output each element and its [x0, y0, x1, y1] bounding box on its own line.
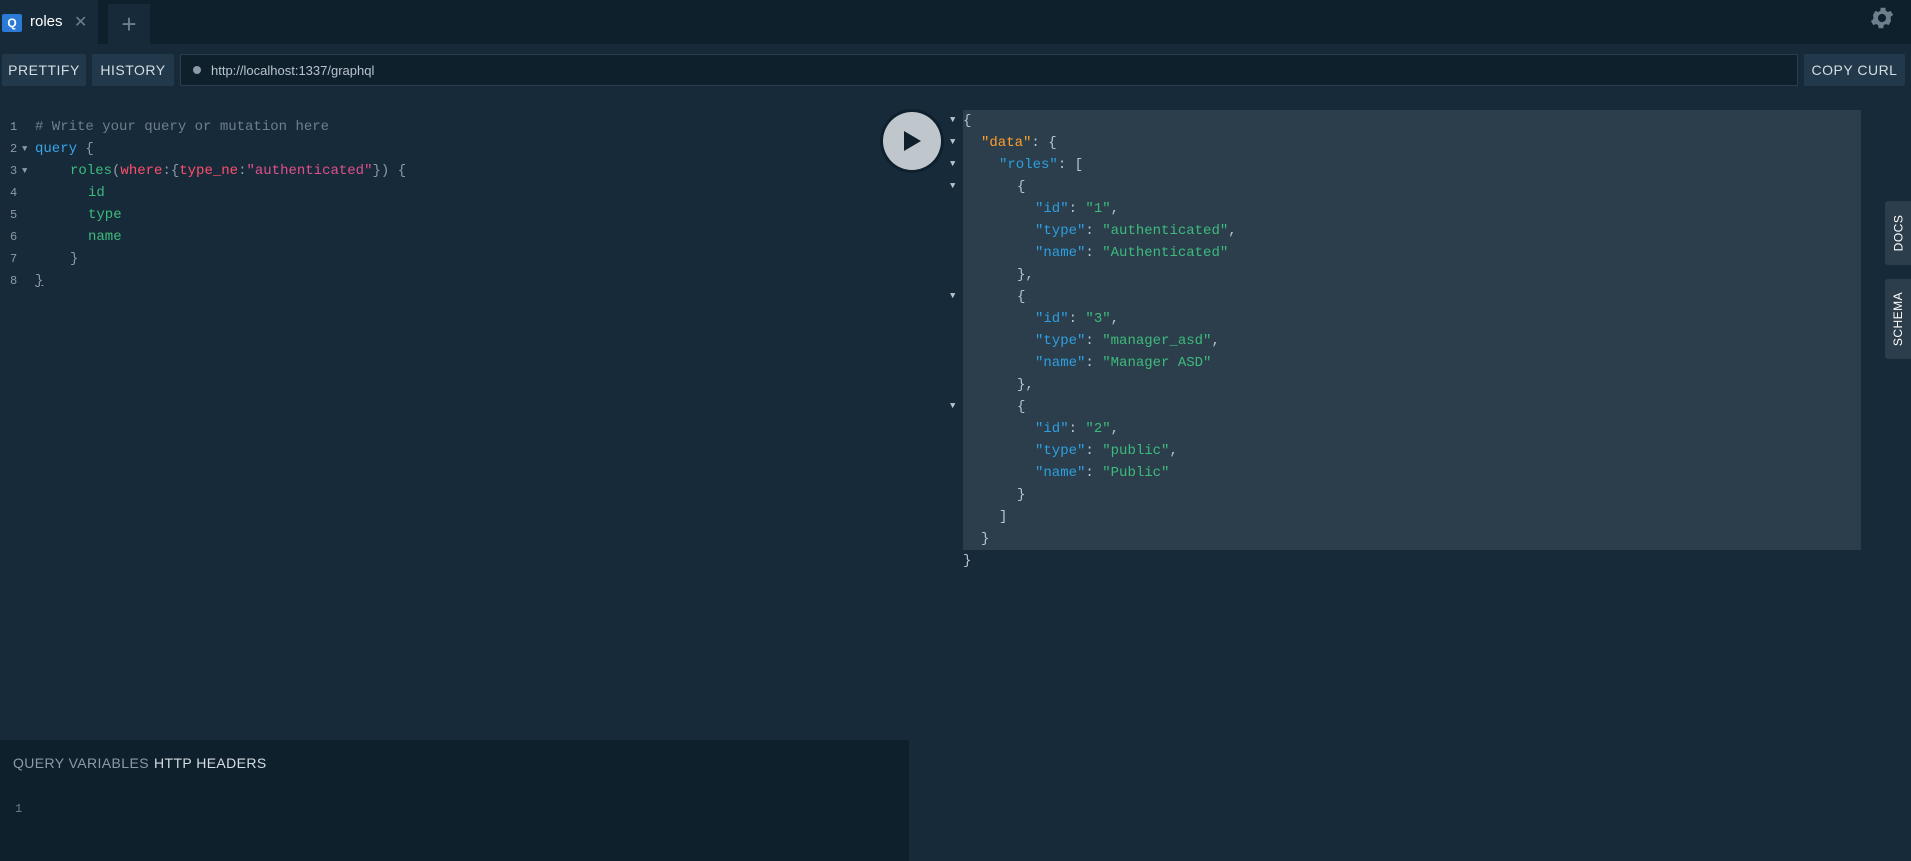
- schema-tab[interactable]: SCHEMA: [1885, 279, 1911, 359]
- json-brace: {: [1017, 399, 1026, 415]
- json-line: "name": "Authenticated": [1035, 245, 1229, 261]
- json-line: "type": "public",: [1035, 443, 1178, 459]
- json-value: "Public": [1102, 465, 1170, 481]
- line-number: 8: [10, 274, 18, 288]
- json-bracket: ]: [999, 509, 1008, 525]
- code-string: "authenticated": [246, 163, 373, 179]
- code-line: 4 id: [0, 182, 900, 204]
- add-tab-button[interactable]: +: [108, 4, 150, 44]
- code-field: type: [88, 207, 122, 223]
- code-line: 6 name: [0, 226, 900, 248]
- line-number: 1: [15, 802, 23, 816]
- json-line: "data": {: [981, 135, 1057, 151]
- json-value: "2": [1085, 421, 1111, 437]
- json-value: "1": [1085, 201, 1111, 217]
- code-punctuation: {: [77, 141, 94, 157]
- tab-bar: Q roles ✕ +: [0, 0, 1911, 44]
- docs-tab-label: DOCS: [1891, 214, 1906, 252]
- code-field: name: [88, 229, 122, 245]
- json-line: "id": "3",: [1035, 311, 1120, 327]
- code-field: roles: [70, 163, 113, 179]
- code-punctuation: {: [170, 163, 180, 179]
- fold-arrow-icon[interactable]: ▼: [950, 291, 955, 301]
- code-punctuation: }: [35, 273, 44, 289]
- code-text: query {: [35, 138, 94, 160]
- code-text: roles(where:{type_ne:"authenticated"}) {: [70, 160, 406, 182]
- json-value: "public": [1102, 443, 1170, 459]
- code-line: 1 # Write your query or mutation here: [0, 116, 900, 138]
- json-brace: }: [963, 553, 972, 569]
- fold-arrow-icon[interactable]: ▼: [22, 138, 27, 160]
- status-dot-icon: [193, 66, 201, 74]
- code-line: 5 type: [0, 204, 900, 226]
- query-editor[interactable]: 1 # Write your query or mutation here 2 …: [0, 98, 909, 740]
- code-line: 3 ▼ roles(where:{type_ne:"authenticated"…: [0, 160, 900, 182]
- json-line: "roles": [: [999, 157, 1084, 173]
- line-number: 1: [10, 120, 18, 134]
- code-line: 7 }: [0, 248, 900, 270]
- code-comment: # Write your query or mutation here: [35, 119, 330, 135]
- code-keyword: query: [35, 141, 78, 157]
- schema-tab-label: SCHEMA: [1891, 291, 1905, 347]
- fold-arrow-icon[interactable]: ▼: [950, 181, 955, 191]
- json-value: "Authenticated": [1102, 245, 1229, 261]
- line-number: 5: [10, 208, 18, 222]
- execute-query-button[interactable]: [880, 109, 944, 173]
- fold-arrow-icon[interactable]: ▼: [950, 137, 955, 147]
- json-line: "name": "Manager ASD": [1035, 355, 1212, 371]
- json-line: "name": "Public": [1035, 465, 1170, 481]
- json-line: "type": "manager_asd",: [1035, 333, 1220, 349]
- code-punctuation: :: [162, 163, 171, 179]
- json-brace: },: [1017, 377, 1034, 393]
- json-value: "Manager ASD": [1102, 355, 1212, 371]
- code-punctuation: }: [70, 251, 79, 267]
- endpoint-url-input[interactable]: http://localhost:1337/graphql: [180, 54, 1798, 86]
- json-brace: {: [1017, 179, 1026, 195]
- json-value: "3": [1085, 311, 1111, 327]
- code-argument: type_ne: [179, 163, 239, 179]
- tab-query-variables[interactable]: QUERY VARIABLES: [13, 755, 149, 771]
- json-brace: }: [981, 531, 990, 547]
- json-key-data: "data": [981, 135, 1032, 151]
- tab-http-headers[interactable]: HTTP HEADERS: [154, 755, 267, 771]
- json-brace: }: [1017, 487, 1026, 503]
- code-line: 2 ▼ query {: [0, 138, 900, 160]
- fold-arrow-icon[interactable]: ▼: [22, 160, 27, 182]
- history-button[interactable]: HISTORY: [92, 54, 174, 86]
- query-variables-panel: QUERY VARIABLES HTTP HEADERS 1: [0, 740, 909, 861]
- json-key-roles: "roles": [999, 157, 1058, 173]
- json-line: "id": "2",: [1035, 421, 1120, 437]
- tab-label: roles: [30, 13, 63, 30]
- code-field: id: [88, 185, 105, 201]
- tab-roles[interactable]: Q roles ✕: [0, 0, 98, 44]
- close-icon[interactable]: ✕: [74, 12, 87, 32]
- line-number: 3: [10, 164, 18, 178]
- json-brace: {: [963, 113, 972, 129]
- line-number: 6: [10, 230, 18, 244]
- code-punctuation: }) {: [372, 163, 407, 179]
- json-line: "id": "1",: [1035, 201, 1120, 217]
- json-brace: {: [1017, 289, 1026, 305]
- line-number: 2: [10, 142, 18, 156]
- toolbar: PRETTIFY HISTORY http://localhost:1337/g…: [0, 44, 1911, 96]
- query-badge-icon: Q: [2, 14, 22, 32]
- line-number: 4: [10, 186, 18, 200]
- fold-arrow-icon[interactable]: ▼: [950, 115, 955, 125]
- code-line: 8 }: [0, 270, 900, 292]
- gear-icon[interactable]: [1868, 4, 1896, 32]
- json-line: "type": "authenticated",: [1035, 223, 1237, 239]
- docs-tab[interactable]: DOCS: [1885, 201, 1911, 265]
- json-value: "manager_asd": [1102, 333, 1212, 349]
- fold-arrow-icon[interactable]: ▼: [950, 159, 955, 169]
- fold-arrow-icon[interactable]: ▼: [950, 401, 955, 411]
- json-value: "authenticated": [1102, 223, 1229, 239]
- code-argument: where: [120, 163, 163, 179]
- play-triangle-icon: [904, 131, 921, 151]
- endpoint-url-text: http://localhost:1337/graphql: [211, 62, 375, 78]
- line-number: 7: [10, 252, 18, 266]
- copy-curl-button[interactable]: COPY CURL: [1804, 54, 1905, 86]
- json-brace: },: [1017, 267, 1034, 283]
- play-icon: [883, 112, 941, 170]
- prettify-button[interactable]: PRETTIFY: [2, 54, 86, 86]
